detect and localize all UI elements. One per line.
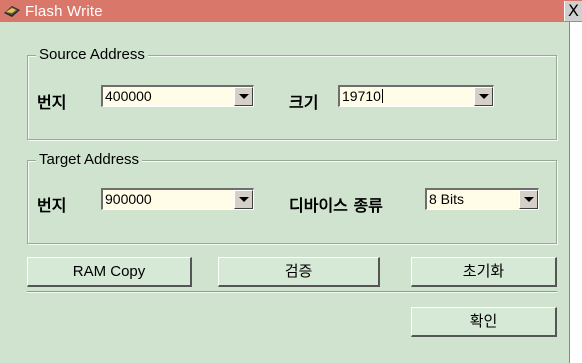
source-address-legend: Source Address <box>36 46 148 63</box>
device-type-label: 디바이스 종류 <box>289 196 383 215</box>
text-caret <box>381 89 383 103</box>
title-bar[interactable]: Flash Write X <box>0 0 582 22</box>
source-address-dropdown-button[interactable] <box>234 87 253 106</box>
target-address-label: 번지 <box>37 196 67 215</box>
window-title: Flash Write <box>25 2 103 20</box>
source-address-combo[interactable]: 400000 <box>101 85 254 107</box>
device-type-dropdown-button[interactable] <box>519 190 538 209</box>
chevron-down-icon <box>238 197 249 202</box>
chevron-down-icon <box>523 197 534 202</box>
target-address-dropdown-button[interactable] <box>234 190 253 209</box>
ok-button[interactable]: 확인 <box>411 307 557 337</box>
size-label: 크기 <box>289 93 319 112</box>
target-address-value[interactable]: 900000 <box>103 190 234 209</box>
initialize-button[interactable]: 초기화 <box>411 257 557 287</box>
source-address-label: 번지 <box>37 93 67 112</box>
size-value[interactable]: 19710 <box>342 88 381 104</box>
verify-button[interactable]: 검증 <box>218 257 380 287</box>
separator-line <box>27 291 557 293</box>
ram-copy-button[interactable]: RAM Copy <box>27 257 192 287</box>
flash-write-window: Flash Write X Source Address 번지 400000 크… <box>0 0 582 363</box>
size-dropdown-button[interactable] <box>474 87 493 106</box>
flash-chip-icon <box>3 4 21 18</box>
size-value-wrap[interactable]: 19710 <box>340 87 474 106</box>
chevron-down-icon <box>478 94 489 99</box>
target-address-legend: Target Address <box>36 151 143 168</box>
device-type-value[interactable]: 8 Bits <box>427 190 519 209</box>
size-combo[interactable]: 19710 <box>338 85 494 107</box>
device-type-combo[interactable]: 8 Bits <box>425 188 539 210</box>
close-button[interactable]: X <box>564 1 582 21</box>
chevron-down-icon <box>238 94 249 99</box>
target-address-combo[interactable]: 900000 <box>101 188 254 210</box>
source-address-value[interactable]: 400000 <box>103 87 234 106</box>
